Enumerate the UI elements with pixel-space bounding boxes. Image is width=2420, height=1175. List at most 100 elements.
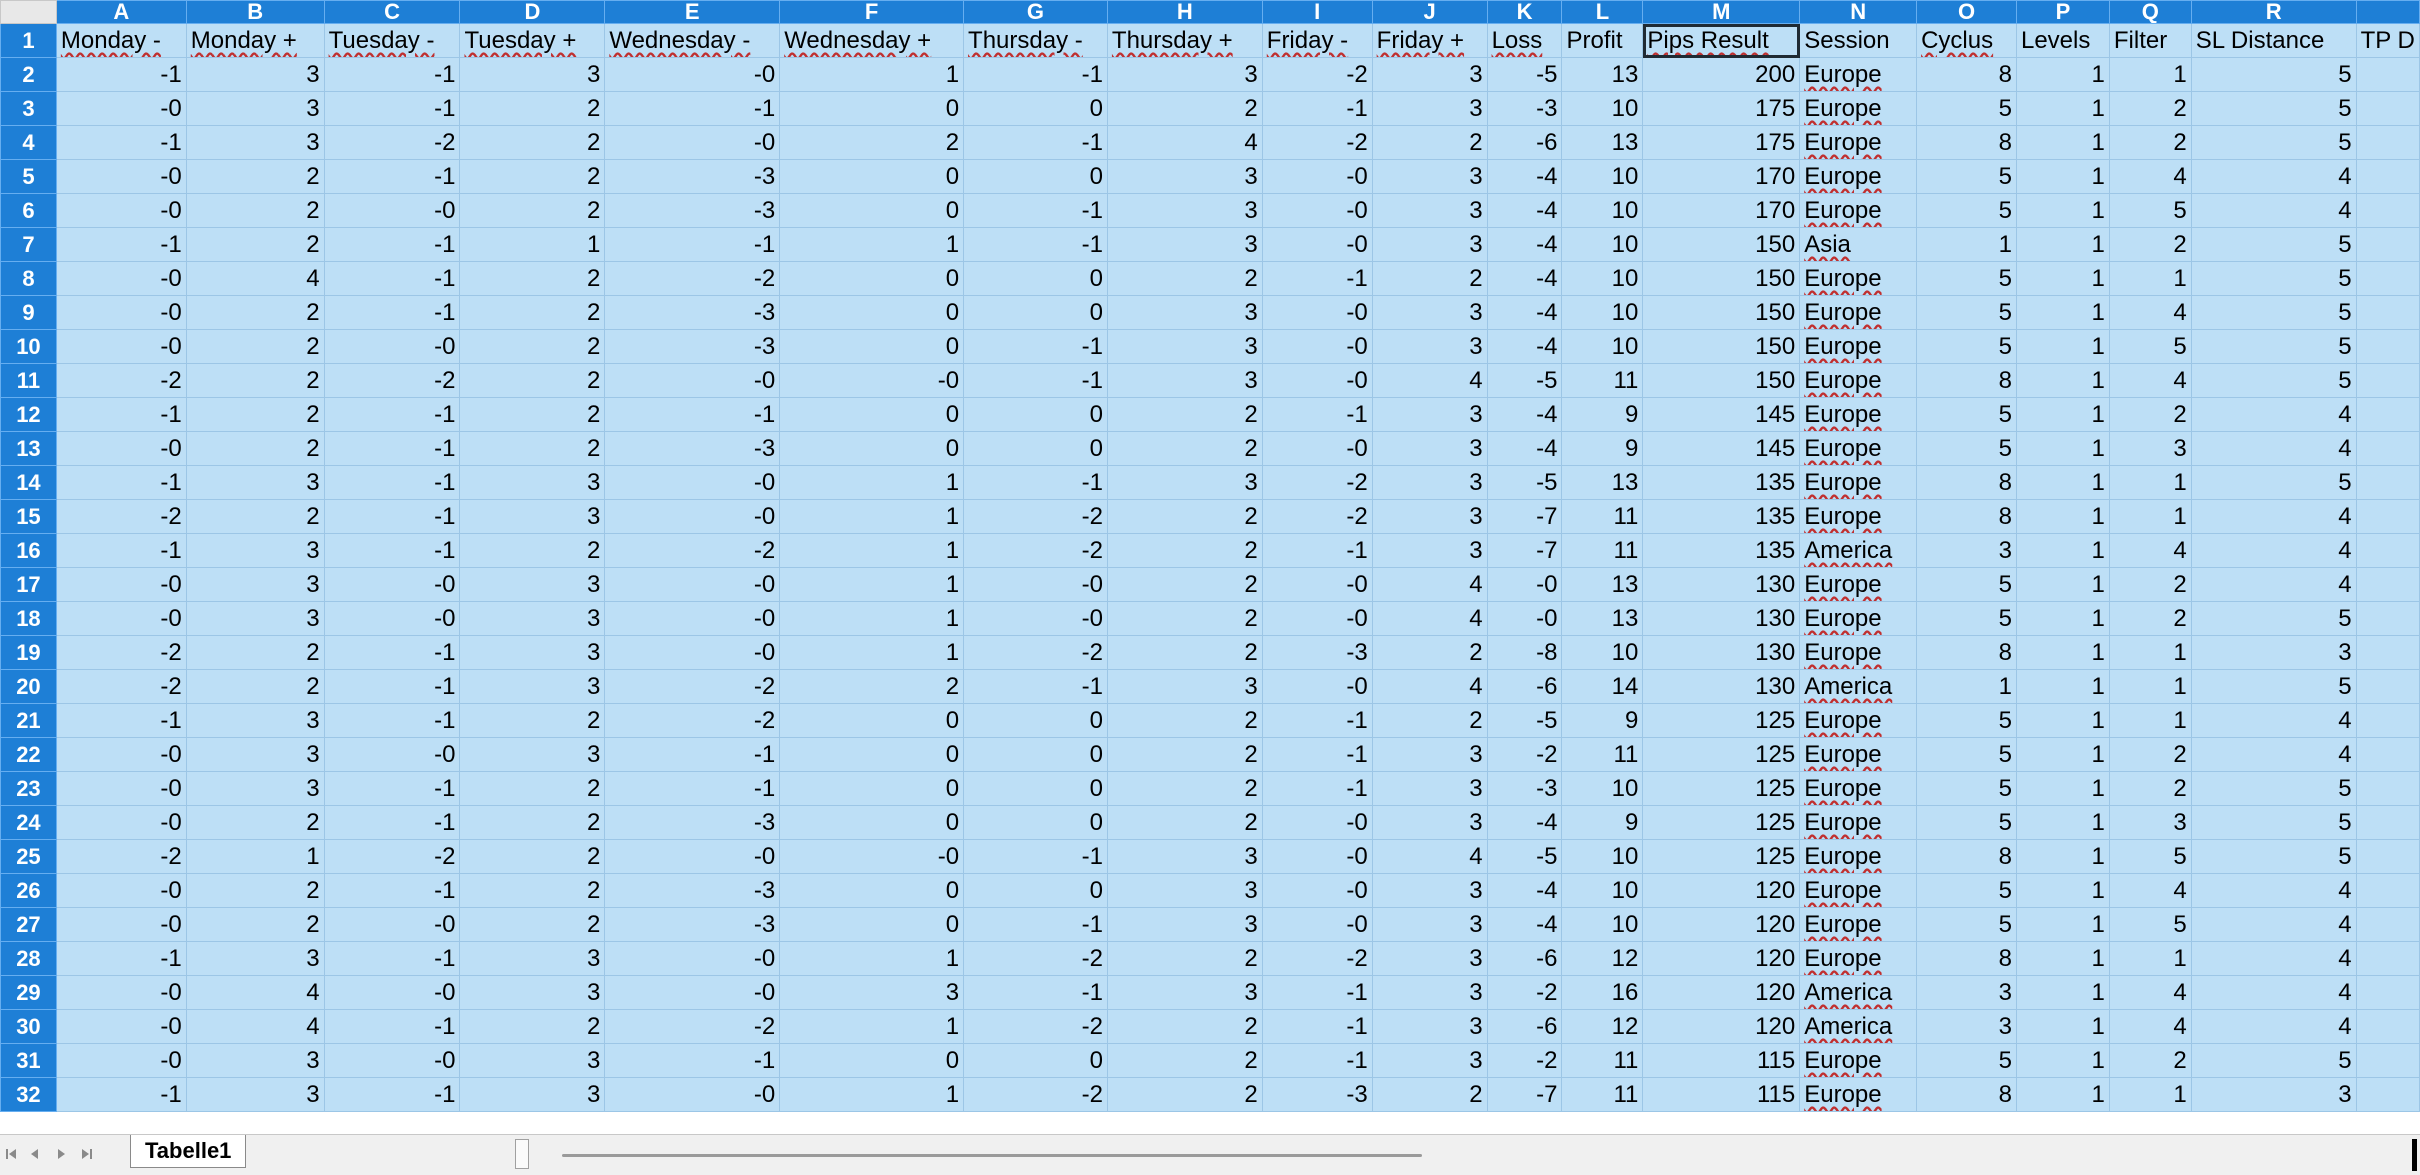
- table-cell[interactable]: 3: [1371, 737, 1488, 772]
- column-header[interactable]: Q: [2108, 0, 2192, 24]
- row-header[interactable]: 28: [0, 941, 57, 976]
- table-cell[interactable]: -1: [963, 57, 1108, 92]
- table-cell[interactable]: -0: [55, 329, 187, 364]
- table-cell[interactable]: -0: [604, 1077, 781, 1112]
- table-cell[interactable]: 2: [459, 907, 606, 942]
- table-cell[interactable]: Europe: [1799, 1077, 1918, 1112]
- table-cell[interactable]: 0: [779, 1043, 965, 1078]
- table-cell[interactable]: 2: [459, 873, 606, 908]
- table-cell[interactable]: -0: [1261, 805, 1373, 840]
- table-cell[interactable]: -0: [604, 975, 781, 1010]
- table-cell[interactable]: [2355, 975, 2420, 1010]
- table-cell[interactable]: Europe: [1799, 737, 1918, 772]
- table-cell[interactable]: 5: [2108, 839, 2192, 874]
- table-cell[interactable]: [2355, 737, 2420, 772]
- table-cell[interactable]: 2: [459, 397, 606, 432]
- header-cell[interactable]: Filter: [2108, 23, 2192, 58]
- table-cell[interactable]: 11: [1561, 533, 1644, 568]
- table-cell[interactable]: -0: [55, 193, 187, 228]
- table-cell[interactable]: 0: [963, 261, 1108, 296]
- table-cell[interactable]: 3: [1106, 295, 1263, 330]
- table-cell[interactable]: Europe: [1799, 329, 1918, 364]
- table-cell[interactable]: -0: [55, 805, 187, 840]
- table-cell[interactable]: Europe: [1799, 431, 1918, 466]
- table-cell[interactable]: -0: [1261, 431, 1373, 466]
- table-cell[interactable]: 150: [1642, 261, 1801, 296]
- table-cell[interactable]: 10: [1561, 159, 1644, 194]
- table-cell[interactable]: 3: [459, 737, 606, 772]
- table-cell[interactable]: -0: [323, 737, 461, 772]
- table-cell[interactable]: -0: [604, 941, 781, 976]
- table-cell[interactable]: 5: [2190, 227, 2357, 262]
- table-cell[interactable]: -0: [963, 601, 1108, 636]
- table-cell[interactable]: -0: [323, 1043, 461, 1078]
- table-cell[interactable]: 3: [459, 567, 606, 602]
- table-cell[interactable]: 2: [459, 805, 606, 840]
- table-cell[interactable]: 3: [459, 669, 606, 704]
- table-cell[interactable]: -4: [1486, 159, 1563, 194]
- table-cell[interactable]: -1: [323, 159, 461, 194]
- table-cell[interactable]: -0: [1261, 907, 1373, 942]
- table-cell[interactable]: 130: [1642, 635, 1801, 670]
- table-cell[interactable]: -2: [323, 363, 461, 398]
- header-cell[interactable]: Friday -: [1261, 23, 1373, 58]
- table-cell[interactable]: 5: [1916, 159, 2017, 194]
- table-cell[interactable]: -0: [1261, 873, 1373, 908]
- table-cell[interactable]: 2: [1106, 601, 1263, 636]
- table-cell[interactable]: Europe: [1799, 567, 1918, 602]
- table-cell[interactable]: 11: [1561, 1043, 1644, 1078]
- table-cell[interactable]: 2: [459, 839, 606, 874]
- table-cell[interactable]: -1: [323, 499, 461, 534]
- table-cell[interactable]: 125: [1642, 703, 1801, 738]
- table-cell[interactable]: -0: [55, 91, 187, 126]
- column-header[interactable]: D: [459, 0, 606, 24]
- table-cell[interactable]: Europe: [1799, 703, 1918, 738]
- row-header[interactable]: 9: [0, 295, 57, 330]
- table-cell[interactable]: 2: [2108, 227, 2192, 262]
- table-cell[interactable]: 175: [1642, 91, 1801, 126]
- table-cell[interactable]: 5: [2190, 329, 2357, 364]
- table-cell[interactable]: [2355, 57, 2420, 92]
- row-header[interactable]: 12: [0, 397, 57, 432]
- row-header[interactable]: 5: [0, 159, 57, 194]
- table-cell[interactable]: -4: [1486, 295, 1563, 330]
- table-cell[interactable]: 4: [2190, 159, 2357, 194]
- table-cell[interactable]: 0: [779, 397, 965, 432]
- table-cell[interactable]: 5: [2190, 57, 2357, 92]
- table-cell[interactable]: 9: [1561, 431, 1644, 466]
- table-cell[interactable]: 4: [2108, 363, 2192, 398]
- table-cell[interactable]: -1: [1261, 91, 1373, 126]
- table-cell[interactable]: 5: [1916, 397, 2017, 432]
- table-cell[interactable]: -0: [1261, 329, 1373, 364]
- table-cell[interactable]: -0: [55, 159, 187, 194]
- table-cell[interactable]: 5: [2108, 193, 2192, 228]
- table-cell[interactable]: -1: [963, 839, 1108, 874]
- table-cell[interactable]: 1: [2015, 635, 2110, 670]
- table-cell[interactable]: -0: [604, 499, 781, 534]
- table-cell[interactable]: [2355, 839, 2420, 874]
- table-cell[interactable]: Europe: [1799, 57, 1918, 92]
- table-cell[interactable]: -2: [963, 533, 1108, 568]
- table-cell[interactable]: -0: [55, 1009, 187, 1044]
- table-cell[interactable]: 3: [1371, 771, 1488, 806]
- table-cell[interactable]: -7: [1486, 533, 1563, 568]
- table-cell[interactable]: 10: [1561, 227, 1644, 262]
- table-cell[interactable]: 0: [779, 703, 965, 738]
- table-cell[interactable]: 4: [2190, 703, 2357, 738]
- table-cell[interactable]: -3: [604, 873, 781, 908]
- table-cell[interactable]: 2: [1371, 261, 1488, 296]
- first-sheet-icon[interactable]: [0, 1143, 22, 1165]
- table-cell[interactable]: -1: [323, 431, 461, 466]
- table-cell[interactable]: 2: [459, 771, 606, 806]
- table-cell[interactable]: -1: [1261, 703, 1373, 738]
- table-cell[interactable]: 3: [2108, 805, 2192, 840]
- column-header[interactable]: P: [2015, 0, 2110, 24]
- table-cell[interactable]: -1: [1261, 397, 1373, 432]
- table-cell[interactable]: -6: [1486, 669, 1563, 704]
- table-cell[interactable]: -1: [55, 397, 187, 432]
- table-cell[interactable]: 3: [1371, 465, 1488, 500]
- row-header[interactable]: 3: [0, 91, 57, 126]
- table-cell[interactable]: 4: [1371, 363, 1488, 398]
- table-cell[interactable]: Europe: [1799, 805, 1918, 840]
- table-cell[interactable]: 3: [1106, 159, 1263, 194]
